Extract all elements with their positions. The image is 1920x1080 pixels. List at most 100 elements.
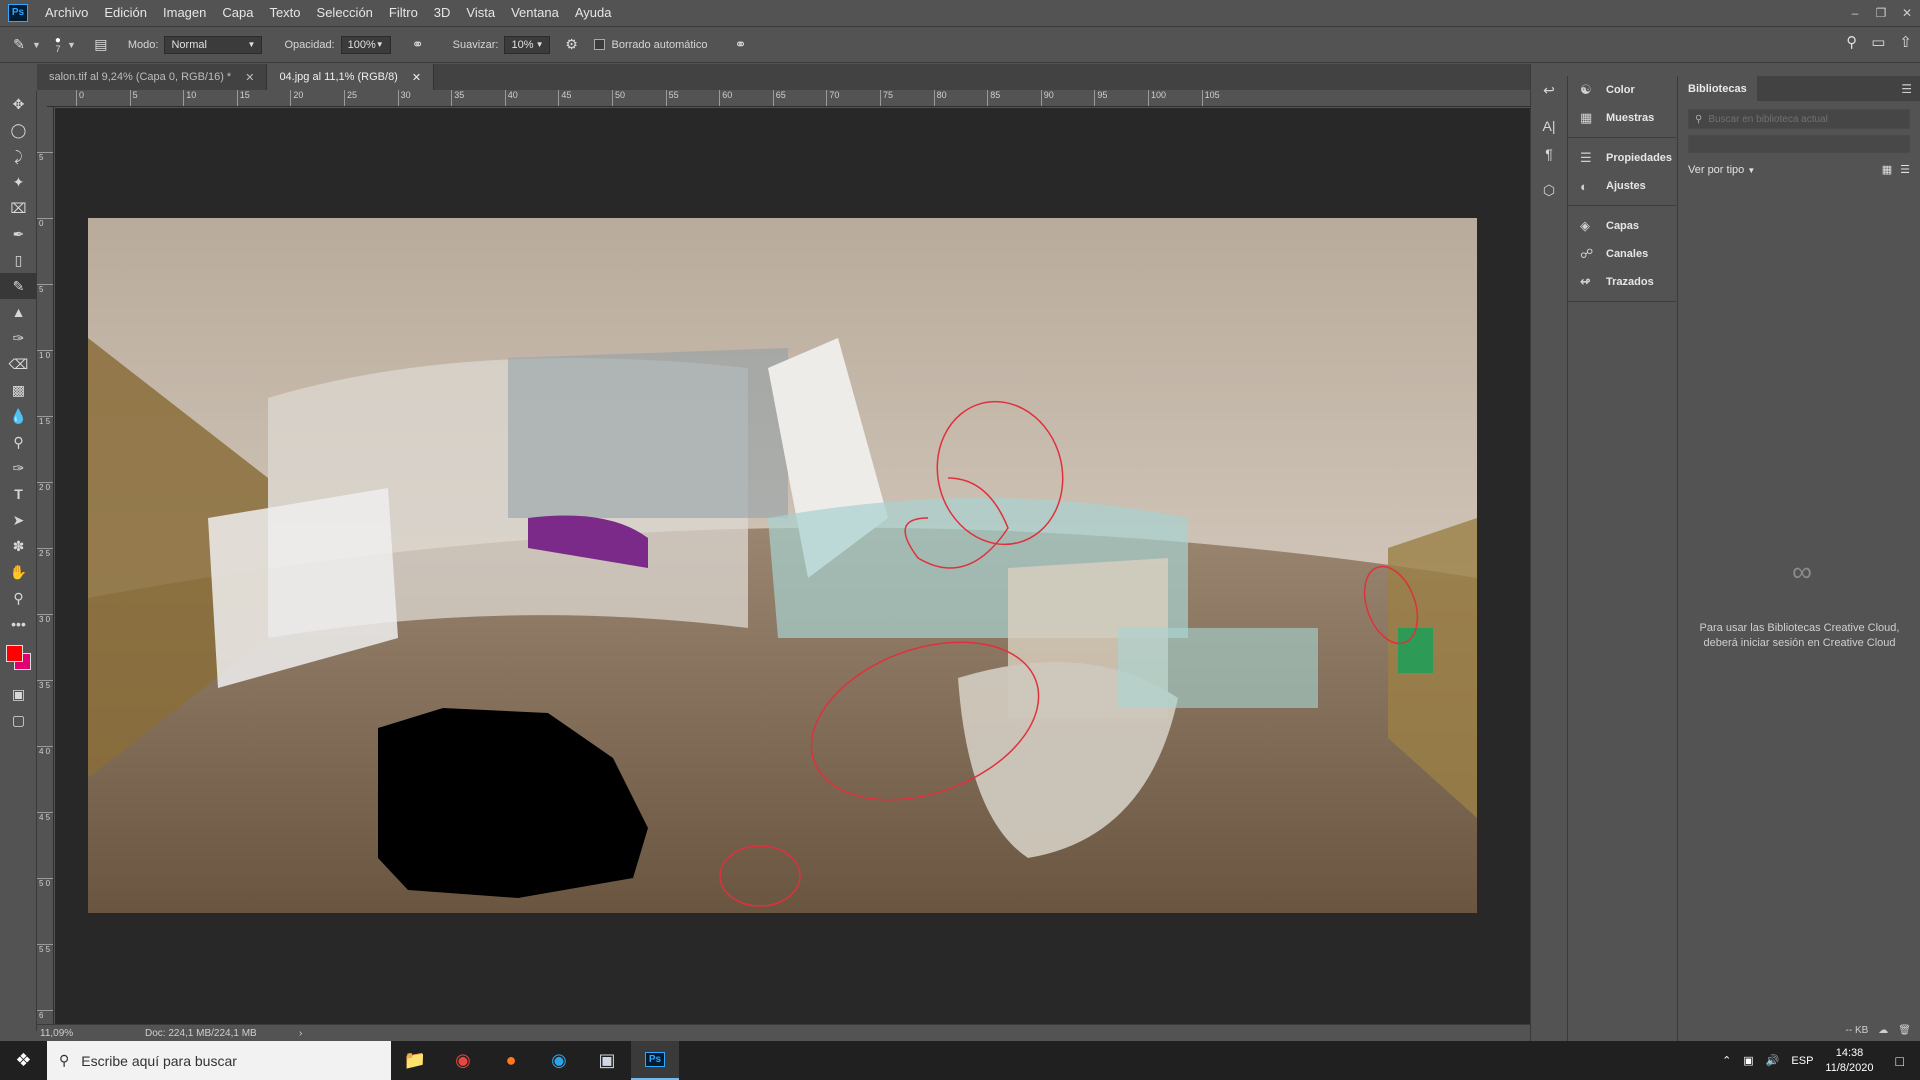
menu-ventana[interactable]: Ventana bbox=[503, 0, 567, 25]
history-icon[interactable]: ↩ bbox=[1531, 76, 1567, 104]
healing-brush-tool-icon[interactable]: ▯ bbox=[0, 247, 37, 273]
menu-imagen[interactable]: Imagen bbox=[155, 0, 214, 25]
notifications-icon[interactable]: □ bbox=[1896, 1053, 1904, 1069]
chevron-down-icon[interactable]: ▼ bbox=[67, 40, 76, 50]
menu-3d[interactable]: 3D bbox=[426, 0, 459, 25]
language-indicator[interactable]: ESP bbox=[1791, 1055, 1813, 1067]
close-icon[interactable]: ✕ bbox=[1894, 0, 1920, 25]
ruler-tick-label: 45 bbox=[558, 90, 571, 106]
opacity-input[interactable]: 100% ▼ bbox=[340, 35, 391, 54]
menu-capa[interactable]: Capa bbox=[214, 0, 261, 25]
smooth-input[interactable]: 10% ▼ bbox=[504, 35, 551, 54]
panel-properties[interactable]: ☰ Propiedades bbox=[1568, 144, 1676, 172]
horizontal-ruler[interactable]: 0 5 10 15 20 25 30 35 40 45 50 55 60 65 70 75 80 85 90 95 10… bbox=[47, 90, 1530, 107]
clone-stamp-tool-icon[interactable]: ▲ bbox=[0, 299, 37, 325]
auto-erase-checkbox[interactable] bbox=[594, 39, 606, 50]
remote-desktop-icon[interactable]: ▣ bbox=[583, 1041, 631, 1080]
ruler-tick-label: 0 bbox=[76, 90, 84, 106]
panel-swatches[interactable]: ▦ Muestras bbox=[1568, 104, 1676, 132]
library-select[interactable] bbox=[1688, 135, 1910, 153]
move-tool-icon[interactable]: ✥ bbox=[0, 91, 37, 117]
share-icon[interactable]: ⇧ bbox=[1899, 33, 1912, 51]
close-icon[interactable]: ✕ bbox=[245, 71, 254, 84]
menu-vista[interactable]: Vista bbox=[458, 0, 503, 25]
chevron-down-icon[interactable]: ▼ bbox=[32, 40, 41, 50]
photoshop-taskbar-icon[interactable]: Ps bbox=[631, 1041, 679, 1080]
cloud-sync-icon[interactable]: ☁ bbox=[1878, 1025, 1888, 1036]
character-icon[interactable]: A| bbox=[1531, 112, 1567, 140]
hand-tool-icon[interactable]: ✋ bbox=[0, 559, 37, 585]
menu-archivo[interactable]: Archivo bbox=[37, 0, 96, 25]
close-icon[interactable]: ✕ bbox=[412, 71, 421, 84]
gear-icon[interactable]: ⚙ bbox=[560, 34, 582, 56]
crop-tool-icon[interactable]: ⌧ bbox=[0, 195, 37, 221]
chevron-right-icon[interactable]: › bbox=[299, 1028, 302, 1039]
panel-channels[interactable]: ☍ Canales bbox=[1568, 240, 1676, 268]
grid-view-icon[interactable]: ▦ bbox=[1882, 163, 1892, 176]
volume-icon[interactable]: 🔊 bbox=[1766, 1054, 1780, 1067]
quick-mask-icon[interactable]: ▣ bbox=[0, 681, 37, 707]
menu-texto[interactable]: Texto bbox=[261, 0, 308, 25]
search-icon[interactable]: ⚲ bbox=[1846, 33, 1857, 51]
pencil-tool-icon[interactable]: ✎ bbox=[0, 273, 37, 299]
blur-tool-icon[interactable]: 💧 bbox=[0, 403, 37, 429]
pressure-size-icon[interactable]: ⚭ bbox=[729, 34, 751, 56]
ellipse-marquee-tool-icon[interactable]: ◯ bbox=[0, 117, 37, 143]
panel-paths[interactable]: ↫ Trazados bbox=[1568, 268, 1676, 296]
tab-libraries[interactable]: Bibliotecas bbox=[1678, 76, 1757, 101]
firefox-icon[interactable]: ● bbox=[487, 1041, 535, 1080]
tab-salon[interactable]: salon.tif al 9,24% (Capa 0, RGB/16) * ✕ bbox=[37, 64, 268, 90]
restore-icon[interactable]: ❐ bbox=[1868, 0, 1894, 25]
workspace-icon[interactable]: ▭ bbox=[1871, 33, 1885, 51]
view-by-type-dropdown[interactable]: Ver por tipo ▼ bbox=[1688, 164, 1755, 176]
menu-edicion[interactable]: Edición bbox=[96, 0, 155, 25]
eyedropper-tool-icon[interactable]: ✒ bbox=[0, 221, 37, 247]
gradient-tool-icon[interactable]: ▩ bbox=[0, 377, 37, 403]
custom-shape-tool-icon[interactable]: ✽ bbox=[0, 533, 37, 559]
vertical-ruler[interactable]: 5 0 5 1 0 1 5 2 0 2 5 3 0 3 5 4 0 4 5 5 0 5 5 6 bbox=[37, 107, 54, 1024]
chevron-up-icon[interactable]: ⌃ bbox=[1722, 1054, 1731, 1067]
file-explorer-icon[interactable]: 📁 bbox=[391, 1041, 439, 1080]
eraser-tool-icon[interactable]: ⌫ bbox=[0, 351, 37, 377]
document-image[interactable] bbox=[88, 218, 1477, 913]
pen-tool-icon[interactable]: ✑ bbox=[0, 455, 37, 481]
type-tool-icon[interactable]: T bbox=[0, 481, 37, 507]
panel-color[interactable]: ☯ Color bbox=[1568, 76, 1676, 104]
3d-icon[interactable]: ⬡ bbox=[1531, 176, 1567, 204]
canvas-area[interactable] bbox=[55, 108, 1530, 1024]
mode-select[interactable]: Normal ▼ bbox=[164, 35, 263, 54]
zoom-tool-icon[interactable]: ⚲ bbox=[0, 585, 37, 611]
lasso-tool-icon[interactable]: ⤸ bbox=[0, 143, 37, 169]
dodge-tool-icon[interactable]: ⚲ bbox=[0, 429, 37, 455]
minimize-icon[interactable]: – bbox=[1842, 0, 1868, 25]
chrome-icon[interactable]: ◉ bbox=[439, 1041, 487, 1080]
windows-start-icon[interactable]: ❖ bbox=[0, 1041, 47, 1080]
panel-menu-icon[interactable]: ☰ bbox=[1901, 82, 1912, 96]
history-brush-tool-icon[interactable]: ✑ bbox=[0, 325, 37, 351]
more-tools-icon[interactable]: ••• bbox=[0, 611, 37, 637]
path-selection-tool-icon[interactable]: ➤ bbox=[0, 507, 37, 533]
menu-seleccion[interactable]: Selección bbox=[309, 0, 381, 25]
pencil-tool-preset-icon[interactable]: ✎ bbox=[8, 34, 30, 56]
taskbar-search-input[interactable]: ⚲ Escribe aquí para buscar bbox=[47, 1041, 391, 1080]
menu-ayuda[interactable]: Ayuda bbox=[567, 0, 620, 25]
panel-adjustments[interactable]: ◐ Ajustes bbox=[1568, 172, 1676, 200]
network-icon[interactable]: ▣ bbox=[1743, 1054, 1753, 1067]
list-view-icon[interactable]: ☰ bbox=[1900, 163, 1910, 176]
pressure-opacity-icon[interactable]: ⚭ bbox=[407, 34, 429, 56]
clock[interactable]: 14:38 11/8/2020 bbox=[1825, 1046, 1873, 1076]
color-swatches[interactable] bbox=[0, 637, 37, 681]
paragraph-icon[interactable]: ¶ bbox=[1531, 140, 1567, 168]
screen-mode-icon[interactable]: ▢ bbox=[0, 707, 37, 733]
edge-icon[interactable]: ◉ bbox=[535, 1041, 583, 1080]
panel-layers[interactable]: ◈ Capas bbox=[1568, 212, 1676, 240]
tab-04[interactable]: 04.jpg al 11,1% (RGB/8) ✕ bbox=[267, 64, 435, 90]
brush-size-picker[interactable]: ● 7 bbox=[55, 35, 61, 54]
magic-wand-tool-icon[interactable]: ✦ bbox=[0, 169, 37, 195]
zoom-level[interactable]: 11,09% bbox=[37, 1028, 117, 1039]
trash-icon[interactable]: 🗑 bbox=[1898, 1025, 1911, 1036]
foreground-color-swatch[interactable] bbox=[6, 645, 23, 662]
library-search-input[interactable]: ⚲ Buscar en biblioteca actual bbox=[1688, 109, 1910, 129]
menu-filtro[interactable]: Filtro bbox=[381, 0, 426, 25]
brush-panel-icon[interactable]: ▤ bbox=[90, 34, 112, 56]
